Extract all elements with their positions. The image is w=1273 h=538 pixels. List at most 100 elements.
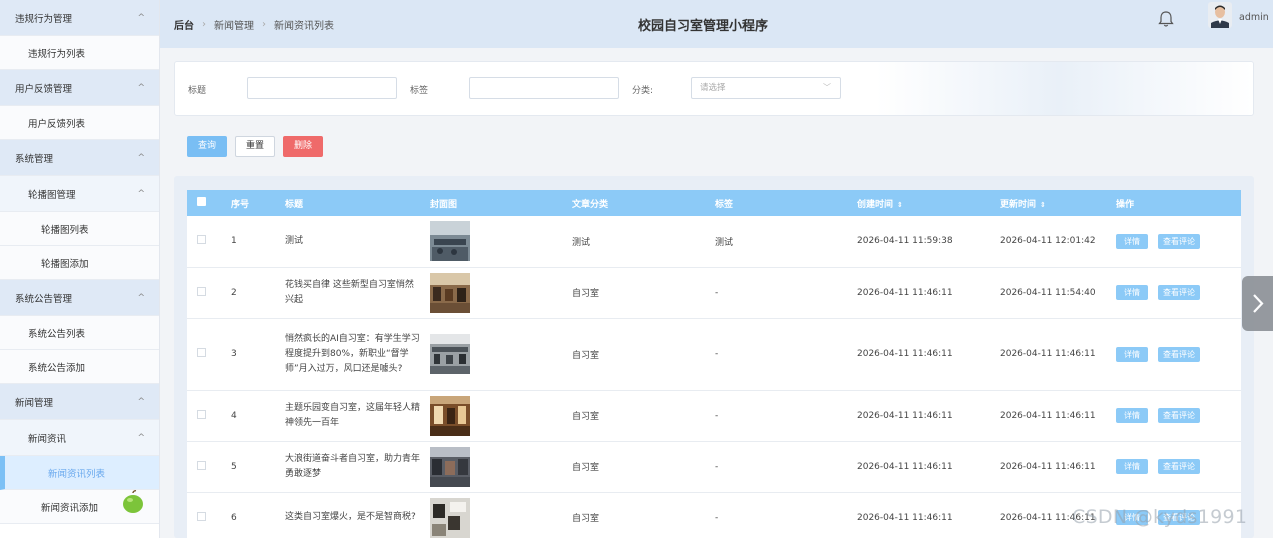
query-button[interactable]: 查询	[187, 136, 227, 157]
sidebar-item-label: 违规行为列表	[28, 48, 86, 60]
next-page-arrow[interactable]	[1242, 276, 1273, 331]
reset-button[interactable]: 重置	[235, 136, 275, 157]
column-header-category: 文章分类	[572, 199, 609, 210]
detail-button[interactable]: 详情	[1116, 233, 1148, 249]
row-created: 2026-04-11 11:46:11	[857, 318, 1000, 391]
row-no: 6	[231, 492, 285, 538]
cover-image	[430, 221, 470, 262]
sidebar-item-notice-list[interactable]: 系统公告列表	[0, 316, 159, 350]
table-row: 1 测试 测试 测试 2026-04-11 11:59:38 2026-04-1…	[187, 216, 1241, 268]
row-created: 2026-04-11 11:46:11	[857, 390, 1000, 442]
sort-icon[interactable]: ⇕	[1040, 201, 1046, 209]
cover-image	[430, 272, 470, 313]
sidebar-item-label: 系统管理	[15, 153, 54, 165]
row-tag: 测试	[715, 216, 857, 268]
sidebar-item-label: 轮播图列表	[41, 224, 89, 236]
tag-label: 标签	[410, 86, 429, 96]
news-table: 序号 标题 封面图 文章分类 标签 创建时间⇕ 更新时间⇕ 操作 1 测试	[187, 190, 1241, 538]
row-tag: -	[715, 390, 857, 442]
row-no: 1	[231, 216, 285, 268]
sidebar-group-system[interactable]: 系统管理 ^	[0, 140, 159, 176]
avatar[interactable]	[1208, 2, 1232, 28]
view-comments-button[interactable]: 查看评论	[1158, 285, 1200, 300]
user-name[interactable]: admin	[1239, 12, 1269, 23]
sidebar-item-carousel-add[interactable]: 轮播图添加	[0, 246, 159, 280]
delete-button[interactable]: 删除	[283, 136, 323, 157]
sidebar-group-feedback[interactable]: 用户反馈管理 ^	[0, 70, 159, 106]
sort-icon[interactable]: ⇕	[897, 201, 903, 209]
bell-icon[interactable]	[1156, 9, 1176, 29]
row-tag: -	[715, 441, 857, 493]
column-header-actions: 操作	[1116, 199, 1135, 210]
sidebar-item-label: 新闻资讯添加	[41, 502, 99, 514]
sidebar-group-news[interactable]: 新闻管理 ^	[0, 384, 159, 420]
chevron-up-icon: ^	[137, 292, 145, 303]
table-panel: 序号 标题 封面图 文章分类 标签 创建时间⇕ 更新时间⇕ 操作 1 测试	[174, 176, 1254, 538]
category-label: 分类:	[632, 86, 654, 96]
title-input[interactable]	[247, 77, 397, 99]
view-comments-button[interactable]: 查看评论	[1158, 346, 1200, 362]
sidebar-item-carousel-list[interactable]: 轮播图列表	[0, 212, 159, 246]
row-no: 5	[231, 441, 285, 493]
row-checkbox[interactable]	[197, 286, 206, 296]
detail-button[interactable]: 详情	[1116, 346, 1148, 362]
sidebar-item-news-list[interactable]: 新闻资讯列表	[0, 456, 159, 490]
chevron-down-icon: ﹀	[823, 83, 831, 92]
row-no: 3	[231, 318, 285, 391]
sidebar-item-label: 轮播图管理	[28, 189, 76, 201]
top-bar: 后台 › 新闻管理 › 新闻资讯列表 校园自习室管理小程序 admin	[160, 0, 1273, 48]
table-row: 4 主题乐园变自习室，这届年轻人精神领先一百年 自习室 - 2026-04-11…	[187, 390, 1241, 442]
row-category: 自习室	[572, 441, 715, 493]
row-checkbox[interactable]	[197, 460, 206, 470]
table-row: 2 花钱买自律 这些新型自习室悄然兴起 自习室 - 2026-04-11 11:…	[187, 267, 1241, 319]
column-header-no: 序号	[231, 199, 250, 210]
row-category: 测试	[572, 216, 715, 268]
row-title: 主题乐园变自习室，这届年轻人精神领先一百年	[285, 390, 430, 442]
row-checkbox[interactable]	[197, 409, 206, 419]
detail-button[interactable]: 详情	[1116, 459, 1148, 474]
sidebar-item-violation-list[interactable]: 违规行为列表	[0, 36, 159, 70]
breadcrumb-home[interactable]: 后台	[174, 17, 194, 32]
row-updated: 2026-04-11 11:46:11	[1000, 390, 1116, 442]
table-row: 5 大浪街道奋斗者自习室，助力青年勇敢逐梦 自习室 - 2026-04-11 1…	[187, 441, 1241, 493]
view-comments-button[interactable]: 查看评论	[1158, 459, 1200, 474]
app-title: 校园自习室管理小程序	[638, 19, 769, 34]
row-checkbox[interactable]	[197, 511, 206, 521]
view-comments-button[interactable]: 查看评论	[1158, 233, 1200, 249]
row-title: 悄然疯长的AI自习室：有学生学习程度提升到80%，新职业“督学师”月入过万，风口…	[285, 318, 430, 391]
row-updated: 2026-04-11 11:46:11	[1000, 318, 1116, 391]
category-placeholder: 请选择	[700, 83, 726, 93]
table-header-row: 序号 标题 封面图 文章分类 标签 创建时间 ⇕ 更新时间 ⇕ 操作	[187, 190, 1241, 216]
select-all-checkbox[interactable]	[197, 197, 206, 206]
cover-image	[430, 446, 470, 487]
sidebar-sub-news[interactable]: 新闻资讯 ^	[0, 420, 159, 456]
row-checkbox[interactable]	[197, 348, 206, 357]
row-category: 自习室	[572, 267, 715, 319]
sidebar-item-notice-add[interactable]: 系统公告添加	[0, 350, 159, 384]
column-header-created[interactable]: 创建时间 ⇕	[857, 190, 1000, 216]
sidebar-group-notice[interactable]: 系统公告管理 ^	[0, 280, 159, 316]
watermark: CSDN @kyds1991	[1072, 506, 1248, 528]
category-select[interactable]: 请选择 ﹀	[691, 77, 841, 99]
column-header-title: 标题	[285, 199, 304, 210]
detail-button[interactable]: 详情	[1116, 408, 1148, 423]
row-updated: 2026-04-11 11:54:40	[1000, 267, 1116, 319]
row-title: 测试	[285, 216, 430, 268]
row-checkbox[interactable]	[197, 235, 206, 245]
column-header-updated[interactable]: 更新时间 ⇕	[1000, 190, 1116, 216]
view-comments-button[interactable]: 查看评论	[1158, 408, 1200, 423]
tag-input[interactable]	[469, 77, 619, 99]
breadcrumb-news-management[interactable]: 新闻管理	[214, 17, 254, 32]
chevron-up-icon: ^	[137, 188, 145, 199]
sidebar-item-label: 轮播图添加	[41, 258, 89, 270]
search-panel: 标题 标签 分类: 请选择 ﹀	[174, 61, 1254, 116]
column-header-created-label: 创建时间	[857, 199, 894, 210]
row-created: 2026-04-11 11:46:11	[857, 441, 1000, 493]
sidebar-group-violation[interactable]: 违规行为管理 ^	[0, 0, 159, 36]
sidebar-item-label: 新闻资讯	[28, 433, 67, 445]
detail-button[interactable]: 详情	[1116, 285, 1148, 300]
row-tag: -	[715, 267, 857, 319]
sidebar-item-feedback-list[interactable]: 用户反馈列表	[0, 106, 159, 140]
sidebar-item-label: 用户反馈列表	[28, 118, 86, 130]
sidebar-sub-carousel[interactable]: 轮播图管理 ^	[0, 176, 159, 212]
